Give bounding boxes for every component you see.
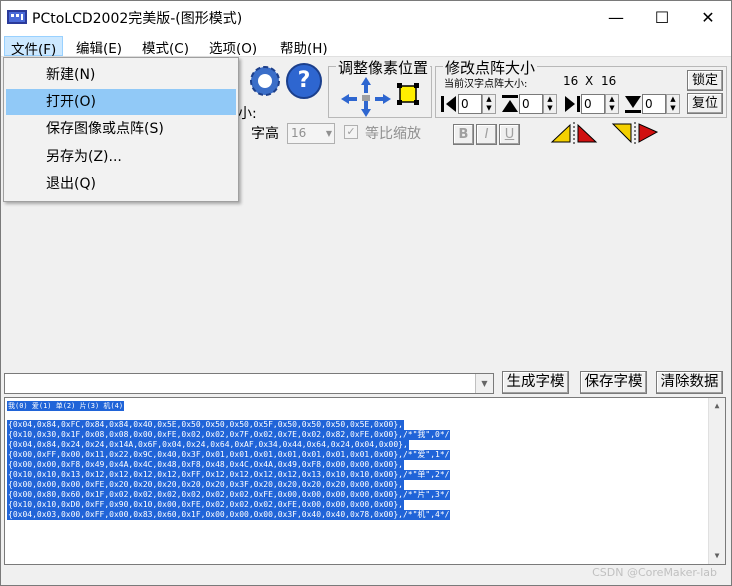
output-line: {0x04,0x84,0xFC,0x84,0x84,0x40,0x5E,0x50… bbox=[7, 420, 404, 430]
window-title: PCtoLCD2002完美版-(图形模式) bbox=[32, 11, 243, 27]
flip-horizontal-icon[interactable] bbox=[550, 122, 598, 144]
spin-left-input[interactable]: 0 bbox=[458, 94, 482, 114]
maximize-button[interactable]: ☐ bbox=[639, 1, 685, 34]
scroll-down-icon[interactable]: ▼ bbox=[709, 548, 725, 564]
menu-mode[interactable]: 模式(C) bbox=[136, 36, 195, 57]
output-line: {0x04,0x03,0x00,0xFF,0x00,0x83,0x60,0x1F… bbox=[7, 510, 451, 520]
shrink-down-icon bbox=[625, 96, 641, 113]
matrix-width: 16 bbox=[563, 74, 579, 88]
clear-data-button[interactable]: 清除数据 bbox=[656, 371, 723, 394]
move-arrows-icon[interactable] bbox=[341, 77, 391, 117]
gear-icon[interactable] bbox=[247, 63, 283, 99]
underline-button[interactable]: U bbox=[499, 124, 520, 145]
menu-item-open[interactable]: 打开(O) bbox=[6, 89, 236, 115]
chevron-down-icon: ▼ bbox=[325, 129, 332, 138]
spin-left-arrows[interactable]: ▲ ▼ bbox=[482, 94, 496, 114]
output-line: {0x00,0x00,0x00,0xFE,0x20,0x20,0x20,0x20… bbox=[7, 480, 404, 490]
menu-item-exit[interactable]: 退出(Q) bbox=[6, 171, 236, 197]
vertical-scrollbar[interactable]: ▲ ▼ bbox=[708, 398, 725, 564]
menu-item-save-as[interactable]: 另存为(Z)... bbox=[6, 144, 236, 170]
output-line: {0x04,0x84,0x24,0x24,0x14A,0x6F,0x04,0x2… bbox=[7, 440, 409, 450]
shrink-right-icon bbox=[565, 96, 580, 112]
title-bar: PCtoLCD2002完美版-(图形模式) — ☐ ✕ bbox=[1, 1, 731, 34]
spin-right-arrows[interactable]: ▲ ▼ bbox=[605, 94, 619, 114]
help-icon[interactable]: ? bbox=[286, 63, 322, 99]
menu-item-new[interactable]: 新建(N) bbox=[6, 62, 236, 88]
generate-button[interactable]: 生成字模 bbox=[502, 371, 569, 394]
output-header: 我(0) 爱(1) 单(2) 片(3) 机(4) bbox=[7, 401, 125, 411]
spin-right-input[interactable]: 0 bbox=[581, 94, 605, 114]
shrink-up-icon bbox=[502, 95, 518, 112]
minimize-icon: — bbox=[608, 8, 624, 27]
matrix-height: 16 bbox=[601, 74, 617, 88]
watermark: CSDN @CoreMaker-lab bbox=[592, 566, 717, 579]
shrink-left-icon bbox=[441, 96, 456, 112]
menu-edit[interactable]: 编辑(E) bbox=[70, 36, 128, 57]
center-pixel-icon[interactable] bbox=[397, 83, 419, 105]
minimize-button[interactable]: — bbox=[593, 1, 639, 34]
font-height-value: 16 bbox=[291, 126, 307, 140]
flip-vertical-icon[interactable] bbox=[611, 122, 659, 144]
scroll-up-icon[interactable]: ▲ bbox=[709, 398, 725, 414]
chevron-down-icon[interactable]: ▼ bbox=[475, 374, 493, 393]
font-height-select[interactable]: 16 ▼ bbox=[287, 123, 335, 144]
menu-item-save-image[interactable]: 保存图像或点阵(S) bbox=[6, 116, 236, 142]
app-window: PCtoLCD2002完美版-(图形模式) — ☐ ✕ 文件(F) 编辑(E) … bbox=[0, 0, 732, 586]
maximize-icon: ☐ bbox=[654, 8, 670, 27]
close-button[interactable]: ✕ bbox=[685, 1, 731, 34]
font-height-label: 字高 bbox=[251, 126, 279, 142]
menu-options[interactable]: 选项(O) bbox=[203, 36, 263, 57]
output-line: {0x00,0x80,0x60,0x1F,0x02,0x02,0x02,0x02… bbox=[7, 490, 451, 500]
spin-up-input[interactable]: 0 bbox=[519, 94, 543, 114]
output-textarea[interactable]: 我(0) 爱(1) 单(2) 片(3) 机(4) {0x04,0x84,0xFC… bbox=[4, 397, 726, 565]
menu-bar: 文件(F) 编辑(E) 模式(C) 选项(O) 帮助(H) bbox=[1, 34, 731, 58]
size-label: 小: bbox=[238, 106, 257, 122]
current-size-label: 当前汉字点阵大小: bbox=[444, 79, 528, 90]
app-icon bbox=[7, 10, 27, 24]
matrix-times: X bbox=[585, 74, 594, 88]
proportional-label: 等比缩放 bbox=[365, 126, 421, 142]
output-line: {0x10,0x10,0x13,0x12,0x12,0x12,0x12,0xFF… bbox=[7, 470, 451, 480]
bold-button[interactable]: B bbox=[453, 124, 474, 145]
spin-down-arrows[interactable]: ▲ ▼ bbox=[666, 94, 680, 114]
output-line: {0x10,0x30,0x1F,0x08,0x08,0x00,0xFE,0x02… bbox=[7, 430, 451, 440]
output-line: {0x00,0x00,0xF8,0x49,0x4A,0x4C,0x48,0xF8… bbox=[7, 460, 404, 470]
adjust-position-title: 调整像素位置 bbox=[336, 57, 431, 78]
proportional-checkbox[interactable]: ✓ bbox=[344, 125, 358, 139]
spin-down-input[interactable]: 0 bbox=[642, 94, 666, 114]
lock-button[interactable]: 锁定 bbox=[687, 70, 723, 91]
spin-up-arrows[interactable]: ▲ ▼ bbox=[543, 94, 557, 114]
output-line: {0x00,0xFF,0x00,0x11,0x22,0x9C,0x40,0x3F… bbox=[7, 450, 451, 460]
file-menu-dropdown: 新建(N) 打开(O) 保存图像或点阵(S) 另存为(Z)... 退出(Q) bbox=[3, 57, 239, 202]
output-select[interactable]: ▼ bbox=[4, 373, 494, 394]
output-line: {0x10,0x10,0xD0,0xFF,0x90,0x10,0x00,0xFE… bbox=[7, 500, 404, 510]
close-icon: ✕ bbox=[701, 8, 715, 27]
italic-button[interactable]: I bbox=[476, 124, 497, 145]
restore-button[interactable]: 复位 bbox=[687, 93, 723, 114]
save-font-button[interactable]: 保存字模 bbox=[580, 371, 647, 394]
menu-help[interactable]: 帮助(H) bbox=[274, 36, 334, 57]
menu-file[interactable]: 文件(F) bbox=[4, 36, 64, 58]
